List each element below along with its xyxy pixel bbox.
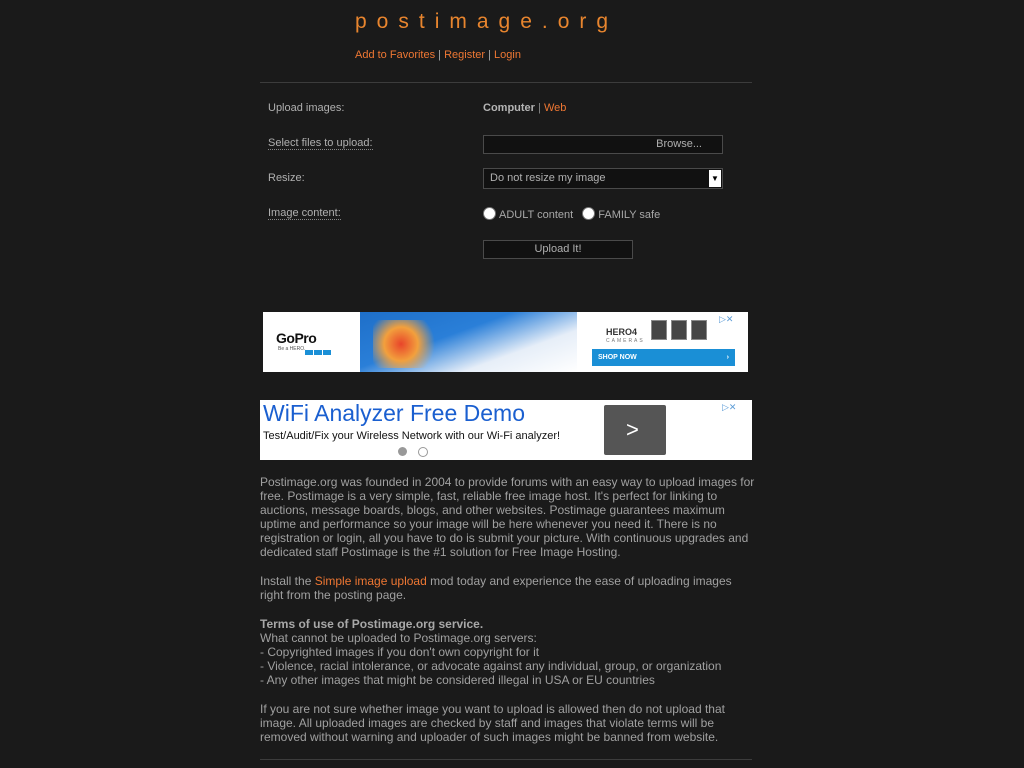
gopro-tagline: Be a HERO. <box>278 346 306 352</box>
divider <box>260 759 752 760</box>
content-radio-group: ADULT content FAMILY safe <box>483 207 660 221</box>
source-computer[interactable]: Computer <box>483 102 535 114</box>
product-name: HERO4 <box>606 327 638 337</box>
product-sub: CAMERAS <box>606 338 645 344</box>
shop-now-label: SHOP NOW <box>598 354 637 361</box>
browse-button[interactable]: Browse... <box>656 138 702 150</box>
terms-item: - Copyrighted images if you don't own co… <box>260 645 540 659</box>
separator: | <box>488 49 491 61</box>
page: postimage.org Add to Favorites | Registe… <box>0 0 1024 768</box>
carousel-dot-active[interactable] <box>398 447 407 456</box>
separator: | <box>438 49 442 61</box>
gopro-ad-banner[interactable]: GoPro Be a HERO. HERO4 CAMERAS SHOP NOW … <box>263 312 748 372</box>
gopro-logo-area: GoPro Be a HERO. <box>263 312 360 372</box>
ad-go-button[interactable]: > <box>604 405 666 455</box>
file-input[interactable]: Browse... <box>483 135 723 154</box>
wifi-analyzer-ad[interactable]: WiFi Analyzer Free Demo Test/Audit/Fix y… <box>260 400 752 460</box>
shop-now-button[interactable]: SHOP NOW › <box>592 349 735 366</box>
chevron-down-icon[interactable]: ▼ <box>709 170 721 187</box>
resize-label: Resize: <box>268 172 305 184</box>
select-files-label: Select files to upload: <box>268 137 373 150</box>
source-web-link[interactable]: Web <box>544 102 566 114</box>
camera-images <box>651 320 711 343</box>
adult-radio[interactable] <box>483 207 496 220</box>
ad-description: Test/Audit/Fix your Wireless Network wit… <box>263 430 561 442</box>
divider <box>260 82 752 83</box>
add-to-favorites-link[interactable]: Add to Favorites <box>355 49 435 61</box>
family-radio[interactable] <box>582 207 596 220</box>
gopro-dots <box>305 346 332 358</box>
family-radio-label: FAMILY safe <box>598 209 661 221</box>
arrow-right-icon: › <box>726 354 729 361</box>
image-content-label: Image content: <box>268 207 341 220</box>
select-files-label-text: Select files to upload: <box>268 137 373 150</box>
adchoices-icon[interactable]: ▷✕ <box>719 314 733 325</box>
install-text-pre: Install the <box>260 574 315 588</box>
resize-select[interactable]: Do not resize my image ▼ <box>483 168 723 189</box>
terms-item: - Any other images that might be conside… <box>260 673 655 687</box>
terms-intro: What cannot be uploaded to Postimage.org… <box>260 631 537 645</box>
resize-select-value: Do not resize my image <box>490 172 606 184</box>
site-logo[interactable]: postimage.org <box>355 10 618 34</box>
about-text: Postimage.org was founded in 2004 to pro… <box>260 475 755 559</box>
gopro-logo: GoPro <box>276 330 317 346</box>
adchoices-icon[interactable]: ▷✕ <box>722 402 736 413</box>
separator: | <box>538 102 541 114</box>
login-link[interactable]: Login <box>494 49 521 61</box>
install-text: Install the Simple image upload mod toda… <box>260 574 755 602</box>
disclaimer-text: If you are not sure whether image you wa… <box>260 702 725 744</box>
carousel-dot[interactable] <box>418 447 428 457</box>
top-links: Add to Favorites | Register | Login <box>355 49 521 61</box>
upload-button[interactable]: Upload It! <box>483 240 633 259</box>
adult-radio-label: ADULT content <box>499 209 574 221</box>
simple-image-upload-link[interactable]: Simple image upload <box>315 574 427 588</box>
upload-source-toggle: Computer | Web <box>483 102 566 114</box>
terms-title: Terms of use of Postimage.org service. <box>260 617 484 631</box>
register-link[interactable]: Register <box>444 49 485 61</box>
image-content-label-text: Image content: <box>268 207 341 220</box>
ad-headline[interactable]: WiFi Analyzer Free Demo <box>263 400 525 427</box>
terms-item: - Violence, racial intolerance, or advoc… <box>260 659 722 673</box>
terms-section: Terms of use of Postimage.org service. W… <box>260 617 755 687</box>
chevron-right-icon: > <box>626 417 639 442</box>
upload-images-label: Upload images: <box>268 102 345 114</box>
skier-image <box>373 320 443 368</box>
